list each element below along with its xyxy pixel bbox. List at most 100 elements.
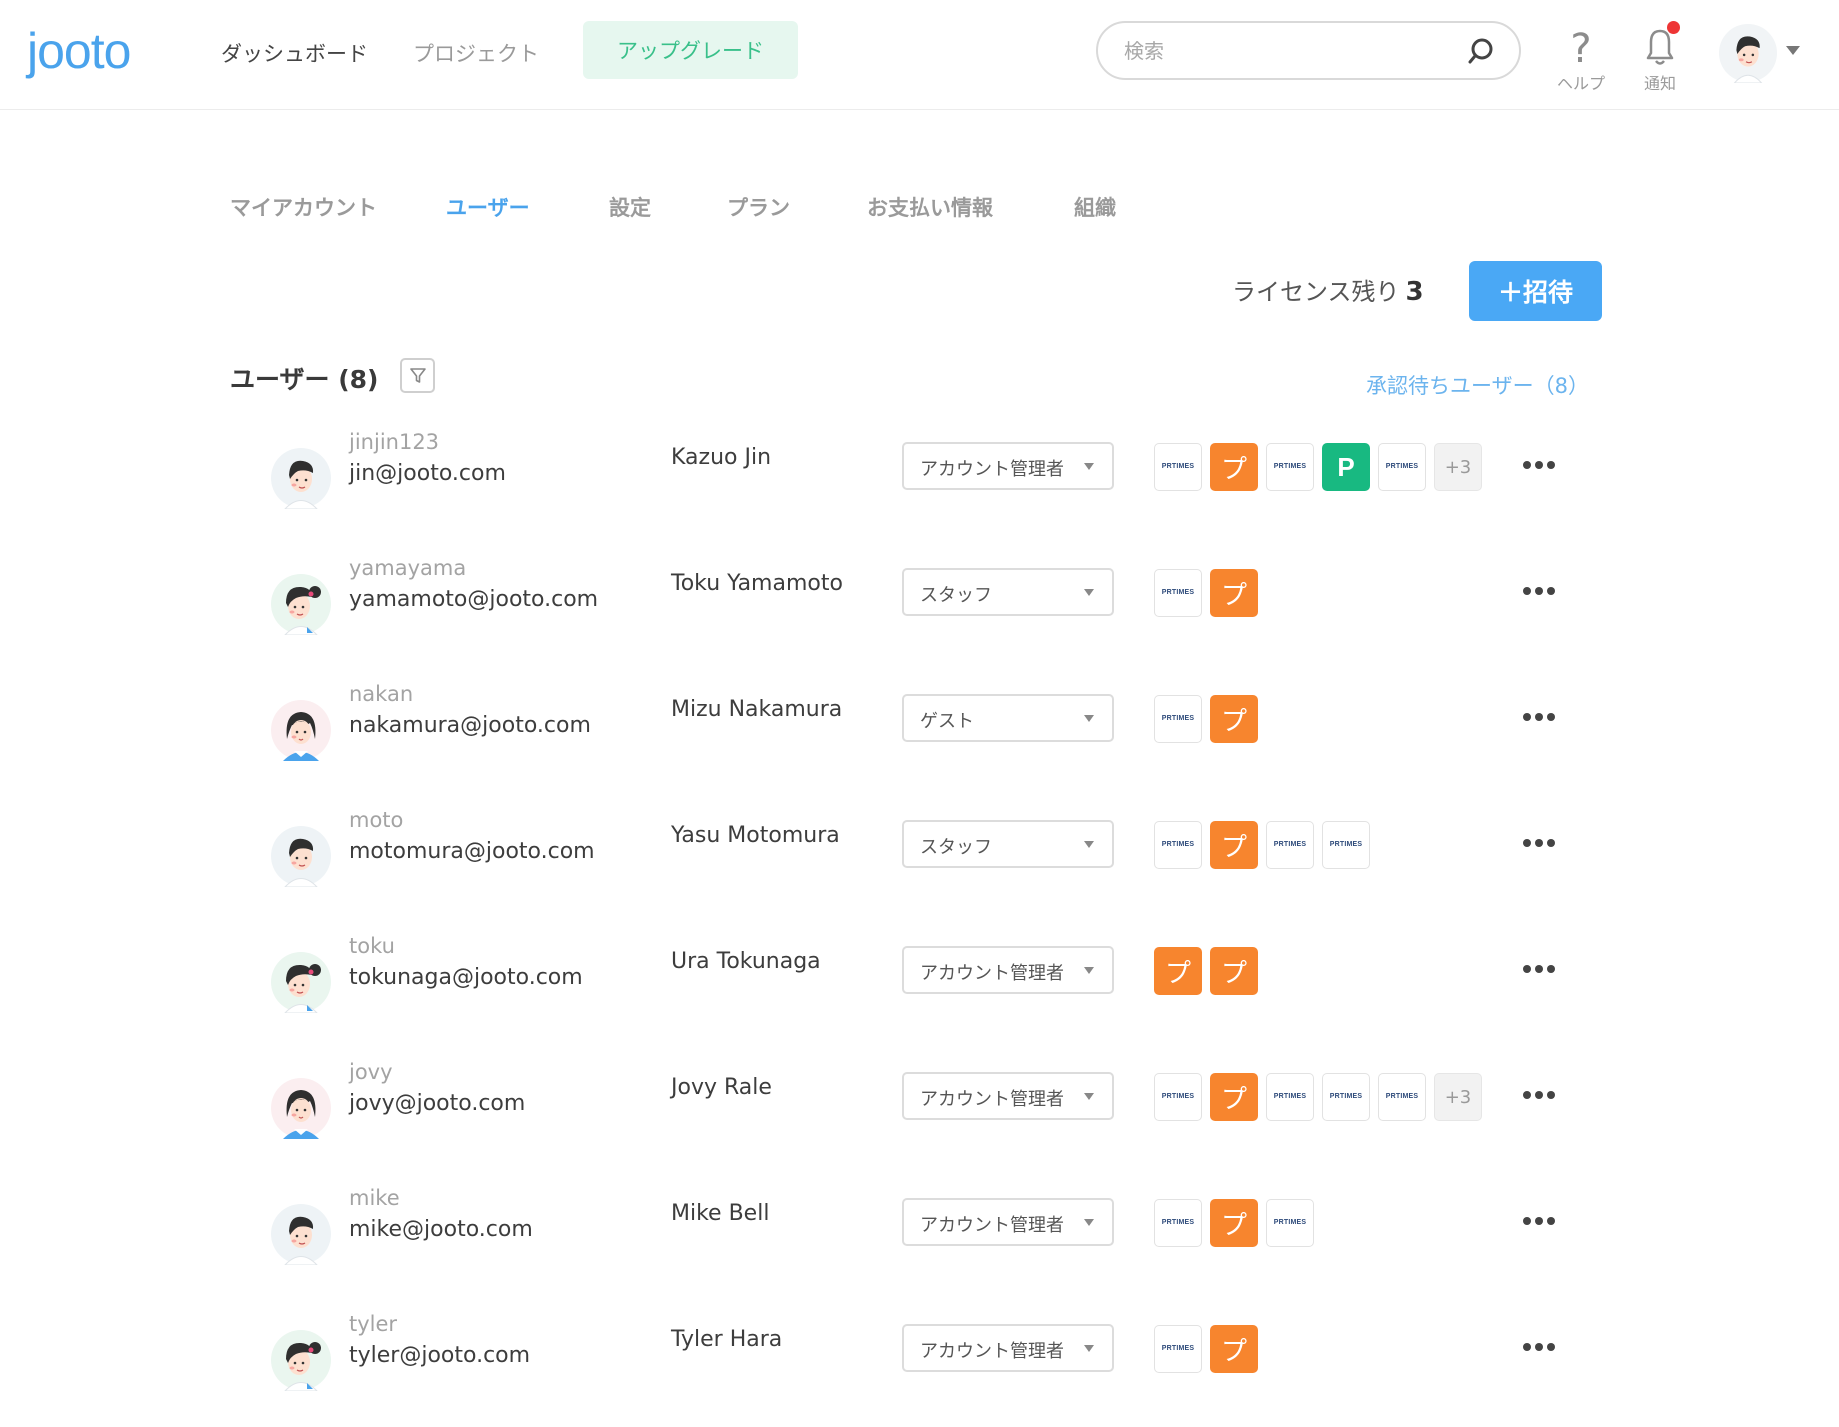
- more-projects-badge[interactable]: +3: [1434, 443, 1482, 491]
- more-options-icon[interactable]: [1523, 959, 1563, 979]
- project-badge-orange[interactable]: プ: [1210, 1325, 1258, 1373]
- role-select[interactable]: スタッフ: [902, 820, 1114, 868]
- project-badge-orange[interactable]: プ: [1154, 947, 1202, 995]
- user-avatar[interactable]: [270, 573, 332, 636]
- user-avatar[interactable]: [270, 699, 332, 761]
- user-username: mike: [349, 1186, 400, 1210]
- project-badge-orange[interactable]: プ: [1210, 443, 1258, 491]
- more-options-icon[interactable]: [1523, 1211, 1563, 1231]
- user-avatar[interactable]: [270, 447, 332, 510]
- project-badge-prtimes[interactable]: PRTIMES: [1154, 695, 1202, 743]
- project-badge-orange[interactable]: プ: [1210, 1073, 1258, 1121]
- project-badge-prtimes[interactable]: PRTIMES: [1266, 1073, 1314, 1121]
- tab-users[interactable]: ユーザー: [446, 192, 530, 222]
- nav-dashboard[interactable]: ダッシュボード: [221, 38, 368, 68]
- project-badge-prtimes[interactable]: PRTIMES: [1266, 821, 1314, 869]
- notification-button[interactable]: 通知: [1620, 21, 1700, 94]
- pending-users-link[interactable]: 承認待ちユーザー（8）: [1366, 370, 1589, 400]
- invite-button[interactable]: ＋招待: [1469, 261, 1602, 321]
- more-options-icon[interactable]: [1523, 833, 1563, 853]
- user-avatar[interactable]: [270, 1077, 332, 1139]
- help-button[interactable]: ? ヘルプ: [1541, 22, 1621, 94]
- user-full-name: Kazuo Jin: [671, 445, 772, 470]
- project-badge-orange[interactable]: プ: [1210, 569, 1258, 617]
- license-label: ライセンス残り: [1232, 278, 1400, 306]
- project-badge-prtimes[interactable]: PRTIMES: [1154, 821, 1202, 869]
- more-options-icon[interactable]: [1523, 455, 1563, 475]
- user-full-name: Mike Bell: [671, 1201, 770, 1226]
- role-select[interactable]: アカウント管理者: [902, 946, 1114, 994]
- project-badge-prtimes[interactable]: PRTIMES: [1266, 1199, 1314, 1247]
- project-badge-prtimes[interactable]: PRTIMES: [1378, 1073, 1426, 1121]
- search-box: [1096, 21, 1521, 80]
- user-username: moto: [349, 808, 404, 832]
- prtimes-logo-text: PRTIMES: [1161, 463, 1195, 470]
- users-section-title: ユーザー (8): [230, 365, 379, 394]
- user-avatar[interactable]: [270, 825, 332, 888]
- user-avatar[interactable]: [1718, 23, 1778, 83]
- user-row: tyler tyler@jooto.com Tyler Hara アカウント管理者 PR…: [0, 1312, 1839, 1427]
- jooto-logo[interactable]: jooto: [27, 22, 131, 80]
- nav-projects[interactable]: プロジェクト: [413, 38, 539, 68]
- license-remaining: ライセンス残り 3: [1232, 272, 1424, 307]
- prtimes-logo-text: PRTIMES: [1385, 1093, 1419, 1100]
- tab-billing[interactable]: お支払い情報: [867, 192, 993, 222]
- user-email: motomura@jooto.com: [349, 839, 595, 864]
- prtimes-logo-text: PRTIMES: [1273, 463, 1307, 470]
- project-badge-prtimes[interactable]: PRTIMES: [1154, 1073, 1202, 1121]
- role-select[interactable]: アカウント管理者: [902, 1324, 1114, 1372]
- project-badge-prtimes[interactable]: PRTIMES: [1154, 569, 1202, 617]
- user-row: moto motomura@jooto.com Yasu Motomura スタッフ P…: [0, 808, 1839, 951]
- search-icon[interactable]: [1467, 37, 1495, 65]
- dropdown-caret-icon: [1084, 1093, 1094, 1100]
- more-projects-badge[interactable]: +3: [1434, 1073, 1482, 1121]
- prtimes-logo-text: PRTIMES: [1273, 1219, 1307, 1226]
- user-email: yamamoto@jooto.com: [349, 587, 599, 612]
- user-username: yamayama: [349, 556, 467, 580]
- project-badge-prtimes[interactable]: PRTIMES: [1154, 1325, 1202, 1373]
- tab-organization[interactable]: 組織: [1074, 192, 1116, 222]
- user-full-name: Yasu Motomura: [671, 823, 840, 848]
- role-label: アカウント管理者: [920, 1341, 1064, 1362]
- upgrade-button[interactable]: アップグレード: [583, 21, 798, 79]
- project-badge-orange[interactable]: プ: [1210, 695, 1258, 743]
- project-badge-prtimes[interactable]: PRTIMES: [1266, 443, 1314, 491]
- user-avatar[interactable]: [270, 1203, 332, 1266]
- prtimes-logo-text: PRTIMES: [1273, 841, 1307, 848]
- more-options-icon[interactable]: [1523, 707, 1563, 727]
- role-select[interactable]: アカウント管理者: [902, 442, 1114, 490]
- tab-plan[interactable]: プラン: [727, 192, 790, 222]
- role-select[interactable]: アカウント管理者: [902, 1072, 1114, 1120]
- project-badge-prtimes[interactable]: PRTIMES: [1322, 821, 1370, 869]
- dropdown-caret-icon: [1084, 715, 1094, 722]
- project-badge-prtimes[interactable]: PRTIMES: [1154, 1199, 1202, 1247]
- notification-dot: [1667, 21, 1680, 34]
- search-input[interactable]: [1124, 36, 1444, 66]
- account-menu-caret-icon[interactable]: [1786, 46, 1800, 55]
- dropdown-caret-icon: [1084, 841, 1094, 848]
- project-badge-orange[interactable]: プ: [1210, 947, 1258, 995]
- more-options-icon[interactable]: [1523, 1085, 1563, 1105]
- user-row: yamayama yamamoto@jooto.com Toku Yamamoto ス…: [0, 556, 1839, 699]
- tab-my-account[interactable]: マイアカウント: [230, 192, 377, 222]
- user-email: tyler@jooto.com: [349, 1343, 531, 1368]
- user-email: jovy@jooto.com: [349, 1091, 526, 1116]
- project-badge-prtimes[interactable]: PRTIMES: [1378, 443, 1426, 491]
- filter-button[interactable]: [400, 358, 435, 393]
- project-badge-prtimes[interactable]: PRTIMES: [1154, 443, 1202, 491]
- project-badge-orange[interactable]: プ: [1210, 821, 1258, 869]
- user-avatar[interactable]: [270, 951, 332, 1014]
- user-username: jovy: [349, 1060, 393, 1084]
- more-options-icon[interactable]: [1523, 581, 1563, 601]
- project-badge-prtimes[interactable]: PRTIMES: [1322, 1073, 1370, 1121]
- project-badge-orange[interactable]: プ: [1210, 1199, 1258, 1247]
- more-options-icon[interactable]: [1523, 1337, 1563, 1357]
- prtimes-logo-text: PRTIMES: [1329, 1093, 1363, 1100]
- role-select[interactable]: スタッフ: [902, 568, 1114, 616]
- license-count: 3: [1405, 277, 1424, 307]
- role-select[interactable]: アカウント管理者: [902, 1198, 1114, 1246]
- project-badge-green[interactable]: P: [1322, 443, 1370, 491]
- role-select[interactable]: ゲスト: [902, 694, 1114, 742]
- tab-settings[interactable]: 設定: [609, 192, 651, 222]
- user-avatar[interactable]: [270, 1329, 332, 1392]
